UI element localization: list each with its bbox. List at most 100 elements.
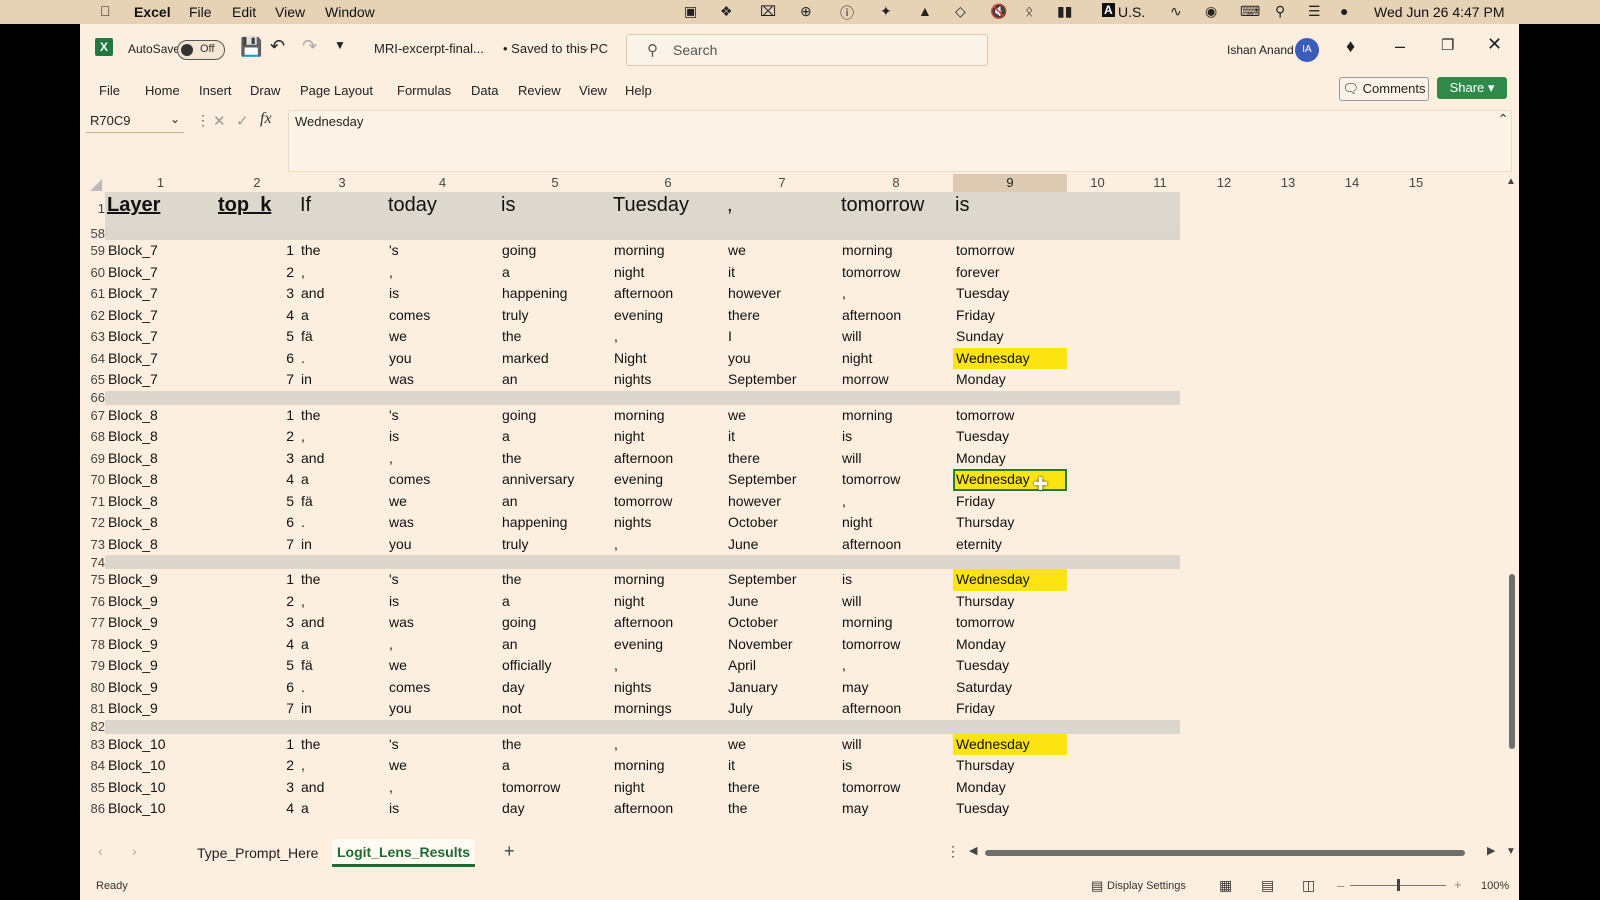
row-header-77[interactable]: 77 [80, 615, 105, 630]
row-header-84[interactable]: 84 [80, 758, 105, 773]
table-cell[interactable]: Block_10 [105, 734, 215, 756]
header-cell[interactable]: top_k [218, 194, 271, 217]
row-header-76[interactable]: 76 [80, 594, 105, 609]
table-cell[interactable]: , [386, 777, 498, 799]
select-all-icon[interactable] [90, 179, 102, 191]
table-cell[interactable]: 3 [216, 612, 294, 634]
table-cell[interactable]: Sunday [953, 326, 1066, 348]
table-cell[interactable]: . [298, 677, 385, 699]
share-button[interactable]: Share ▾ [1437, 77, 1507, 99]
more-options-icon[interactable]: ⋮ [196, 112, 210, 129]
collapse-formula-icon[interactable]: ⌃ [1497, 111, 1509, 128]
table-cell[interactable]: tomorrow [839, 777, 952, 799]
row-header-72[interactable]: 72 [80, 515, 105, 530]
x-box-icon[interactable]: ⌧ [760, 3, 776, 20]
table-cell[interactable]: Tuesday [953, 283, 1066, 305]
column-header-15[interactable]: 15 [1384, 174, 1448, 192]
table-cell[interactable]: marked [499, 348, 610, 370]
table-cell[interactable]: , [386, 634, 498, 656]
selected-cell[interactable]: Wednesday [953, 469, 1067, 491]
table-cell[interactable]: truly [499, 305, 610, 327]
table-cell[interactable]: day [499, 798, 610, 820]
table-cell[interactable]: Friday [953, 305, 1066, 327]
row-header-67[interactable]: 67 [80, 408, 105, 423]
table-cell[interactable]: going [499, 405, 610, 427]
table-cell[interactable]: 6 [216, 348, 294, 370]
table-cell[interactable]: a [499, 262, 610, 284]
table-cell[interactable]: 4 [216, 634, 294, 656]
row-header-58[interactable]: 58 [80, 226, 105, 241]
table-cell[interactable]: Saturday [953, 677, 1066, 699]
table-cell[interactable]: mornings [611, 698, 724, 720]
table-cell[interactable]: Block_7 [105, 283, 215, 305]
table-cell[interactable]: a [298, 798, 385, 820]
apple-icon[interactable]:  [100, 3, 111, 19]
table-cell[interactable]: Block_8 [105, 405, 215, 427]
column-header-3[interactable]: 3 [298, 174, 386, 192]
table-cell[interactable]: . [298, 348, 385, 370]
table-cell[interactable]: Thursday [953, 755, 1066, 777]
column-header-12[interactable]: 12 [1192, 174, 1256, 192]
table-cell[interactable]: a [499, 755, 610, 777]
zoom-in-icon[interactable]: + [1454, 877, 1462, 892]
table-cell[interactable]: the [499, 326, 610, 348]
table-cell[interactable]: 6 [216, 677, 294, 699]
tab-view[interactable]: View [579, 83, 607, 98]
table-cell[interactable]: Block_7 [105, 262, 215, 284]
table-cell[interactable]: Friday [953, 491, 1066, 513]
table-cell[interactable]: we [725, 405, 838, 427]
table-cell[interactable]: we [386, 326, 498, 348]
table-cell[interactable]: , [298, 426, 385, 448]
table-cell[interactable]: Block_7 [105, 305, 215, 327]
table-cell[interactable]: 's [386, 405, 498, 427]
table-cell[interactable]: , [611, 655, 724, 677]
tab-file[interactable]: File [99, 83, 120, 98]
table-cell[interactable]: night [611, 591, 724, 613]
column-header-4[interactable]: 4 [386, 174, 499, 192]
page-layout-view-icon[interactable]: ▤ [1261, 877, 1274, 894]
header-cell[interactable]: is [955, 194, 969, 217]
comments-button[interactable]: 🗨 Comments [1339, 77, 1429, 101]
table-cell[interactable]: morning [611, 755, 724, 777]
display-settings-label[interactable]: Display Settings [1107, 880, 1186, 892]
table-cell[interactable]: it [725, 755, 838, 777]
chevron-down-icon[interactable]: ⌄ [581, 41, 590, 54]
row-header-73[interactable]: 73 [80, 537, 105, 552]
table-cell[interactable]: , [298, 591, 385, 613]
prev-sheet-icon[interactable]: ‹ [98, 843, 103, 859]
table-cell[interactable]: the [298, 569, 385, 591]
table-cell[interactable]: 7 [216, 534, 294, 556]
input-source-label[interactable]: U.S. [1118, 4, 1145, 20]
table-cell[interactable]: Block_9 [105, 569, 215, 591]
row-header-62[interactable]: 62 [80, 308, 105, 323]
table-cell[interactable]: Block_7 [105, 240, 215, 262]
row-header-74[interactable]: 74 [80, 555, 105, 570]
table-cell[interactable]: Block_8 [105, 448, 215, 470]
column-header-10[interactable]: 10 [1067, 174, 1128, 192]
table-cell[interactable]: September [725, 369, 838, 391]
table-cell[interactable]: Wednesday [953, 347, 1067, 369]
table-cell[interactable]: there [725, 305, 838, 327]
table-cell[interactable]: Block_10 [105, 777, 215, 799]
row-header-65[interactable]: 65 [80, 372, 105, 387]
table-cell[interactable]: going [499, 240, 610, 262]
table-cell[interactable]: , [611, 734, 724, 756]
table-cell[interactable]: Block_9 [105, 591, 215, 613]
table-cell[interactable]: Block_9 [105, 612, 215, 634]
row-header-78[interactable]: 78 [80, 637, 105, 652]
column-header-13[interactable]: 13 [1256, 174, 1320, 192]
target-icon[interactable]: ⊕ [800, 3, 812, 20]
table-cell[interactable]: Block_10 [105, 755, 215, 777]
row-header-70[interactable]: 70 [80, 472, 105, 487]
autosave-toggle[interactable]: Off [177, 40, 225, 60]
table-cell[interactable]: morning [839, 240, 952, 262]
scroll-left-icon[interactable]: ◀ [969, 844, 977, 857]
row-header-66[interactable]: 66 [80, 390, 105, 405]
normal-view-icon[interactable]: ▦ [1219, 877, 1232, 894]
column-header-11[interactable]: 11 [1128, 174, 1192, 192]
table-cell[interactable]: Block_8 [105, 491, 215, 513]
table-cell[interactable]: is [839, 426, 952, 448]
table-cell[interactable]: . [298, 512, 385, 534]
table-cell[interactable]: 1 [216, 569, 294, 591]
table-cell[interactable]: in [298, 369, 385, 391]
